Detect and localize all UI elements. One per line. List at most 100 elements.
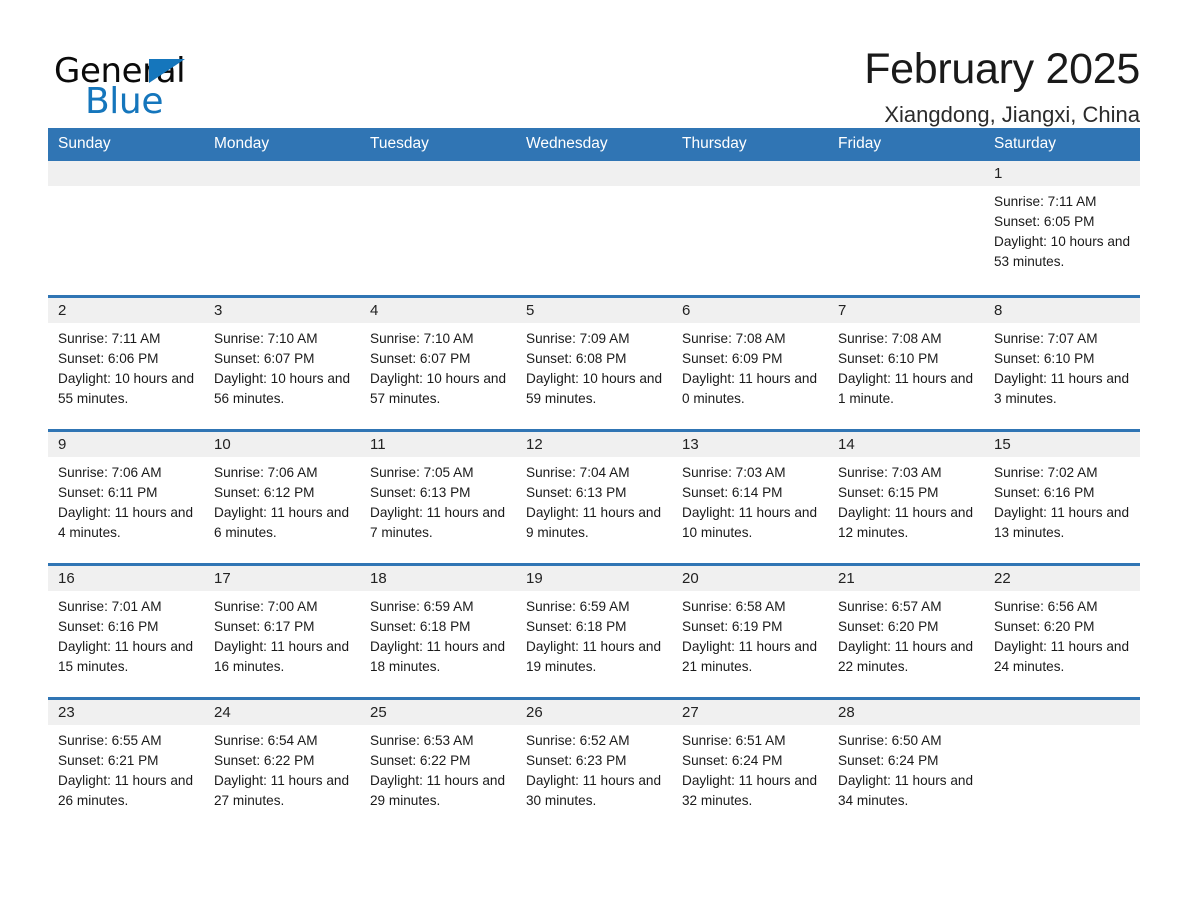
day-number: 4 xyxy=(360,298,516,324)
weekday-header-monday: Monday xyxy=(214,135,270,152)
sunset-text: Sunset: 6:15 PM xyxy=(838,484,939,500)
sunset-text: Sunset: 6:24 PM xyxy=(682,752,783,768)
day-details: Sunrise: 7:00 AM Sunset: 6:17 PM Daylight:… xyxy=(204,591,360,676)
daylight-text: Daylight: 11 hours and 15 minutes. xyxy=(58,638,194,674)
day-number xyxy=(516,161,672,187)
calendar-day-cell[interactable]: 9 Sunrise: 7:06 AM Sunset: 6:11 PM Daylight… xyxy=(48,432,204,564)
day-details: Sunrise: 6:53 AM Sunset: 6:22 PM Daylight:… xyxy=(360,725,516,810)
day-number: 20 xyxy=(672,566,828,592)
calendar-day-cell-empty xyxy=(672,161,828,296)
daylight-text: Daylight: 11 hours and 9 minutes. xyxy=(526,504,662,540)
day-details: Sunrise: 7:08 AM Sunset: 6:10 PM Daylight:… xyxy=(828,323,984,408)
sunset-text: Sunset: 6:23 PM xyxy=(526,752,627,768)
sunrise-text: Sunrise: 7:10 AM xyxy=(370,331,474,347)
calendar-day-cell[interactable]: 18 Sunrise: 6:59 AM Sunset: 6:18 PM Dayligh… xyxy=(360,566,516,698)
daylight-text: Daylight: 10 hours and 53 minutes. xyxy=(994,233,1131,269)
day-number xyxy=(672,161,828,187)
sunrise-text: Sunrise: 6:54 AM xyxy=(214,733,318,749)
calendar-day-cell[interactable]: 4 Sunrise: 7:10 AM Sunset: 6:07 PM Daylight… xyxy=(360,298,516,430)
sunset-text: Sunset: 6:22 PM xyxy=(214,752,315,768)
calendar-day-cell[interactable]: 24 Sunrise: 6:54 AM Sunset: 6:22 PM Dayligh… xyxy=(204,700,360,832)
calendar-day-cell[interactable]: 8 Sunrise: 7:07 AM Sunset: 6:10 PM Daylight… xyxy=(984,298,1140,430)
calendar-day-cell[interactable]: 21 Sunrise: 6:57 AM Sunset: 6:20 PM Dayligh… xyxy=(828,566,984,698)
calendar-day-cell[interactable]: 27 Sunrise: 6:51 AM Sunset: 6:24 PM Dayligh… xyxy=(672,700,828,832)
calendar-day-cell[interactable]: 19 Sunrise: 6:59 AM Sunset: 6:18 PM Dayligh… xyxy=(516,566,672,698)
calendar-day-cell[interactable]: 3 Sunrise: 7:10 AM Sunset: 6:07 PM Daylight… xyxy=(204,298,360,430)
daylight-text: Daylight: 11 hours and 18 minutes. xyxy=(370,638,506,674)
calendar-day-cell[interactable]: 2 Sunrise: 7:11 AM Sunset: 6:06 PM Daylight… xyxy=(48,298,204,430)
calendar-day-cell[interactable]: 23 Sunrise: 6:55 AM Sunset: 6:21 PM Dayligh… xyxy=(48,700,204,832)
calendar-day-cell[interactable]: 16 Sunrise: 7:01 AM Sunset: 6:16 PM Dayligh… xyxy=(48,566,204,698)
day-number xyxy=(204,161,360,187)
sunrise-text: Sunrise: 7:04 AM xyxy=(526,465,630,481)
daylight-text: Daylight: 11 hours and 34 minutes. xyxy=(838,772,974,808)
day-details: Sunrise: 6:57 AM Sunset: 6:20 PM Daylight:… xyxy=(828,591,984,676)
title-block: February 2025 Xiangdong, Jiangxi, China xyxy=(864,44,1140,128)
calendar-day-cell-empty xyxy=(48,161,204,296)
day-number: 8 xyxy=(984,298,1140,324)
daylight-text: Daylight: 11 hours and 1 minute. xyxy=(838,370,974,406)
daylight-text: Daylight: 11 hours and 13 minutes. xyxy=(994,504,1130,540)
sunset-text: Sunset: 6:10 PM xyxy=(994,350,1095,366)
day-number: 25 xyxy=(360,700,516,726)
sunrise-text: Sunrise: 6:52 AM xyxy=(526,733,630,749)
calendar-day-cell[interactable]: 25 Sunrise: 6:53 AM Sunset: 6:22 PM Dayligh… xyxy=(360,700,516,832)
sunrise-text: Sunrise: 7:03 AM xyxy=(838,465,942,481)
day-number: 3 xyxy=(204,298,360,324)
day-details: Sunrise: 7:10 AM Sunset: 6:07 PM Daylight:… xyxy=(360,323,516,408)
day-number: 16 xyxy=(48,566,204,592)
daylight-text: Daylight: 10 hours and 57 minutes. xyxy=(370,370,507,406)
sunset-text: Sunset: 6:11 PM xyxy=(58,484,158,500)
day-number: 1 xyxy=(984,161,1140,187)
day-number: 18 xyxy=(360,566,516,592)
day-details: Sunrise: 7:05 AM Sunset: 6:13 PM Daylight:… xyxy=(360,457,516,542)
calendar-day-cell[interactable]: 20 Sunrise: 6:58 AM Sunset: 6:19 PM Dayligh… xyxy=(672,566,828,698)
sunset-text: Sunset: 6:12 PM xyxy=(214,484,315,500)
daylight-text: Daylight: 11 hours and 32 minutes. xyxy=(682,772,818,808)
generalblue-logo[interactable]: General Blue xyxy=(48,44,218,120)
weekday-header-friday: Friday xyxy=(838,135,882,152)
day-number xyxy=(360,161,516,187)
calendar-grid: Sunday Monday Tuesday Wednesday Thursday… xyxy=(48,128,1140,832)
calendar-day-cell[interactable]: 22 Sunrise: 6:56 AM Sunset: 6:20 PM Dayligh… xyxy=(984,566,1140,698)
calendar-day-cell[interactable]: 26 Sunrise: 6:52 AM Sunset: 6:23 PM Dayligh… xyxy=(516,700,672,832)
sunrise-text: Sunrise: 6:50 AM xyxy=(838,733,942,749)
day-details: Sunrise: 7:08 AM Sunset: 6:09 PM Daylight:… xyxy=(672,323,828,408)
calendar-day-cell[interactable]: 12 Sunrise: 7:04 AM Sunset: 6:13 PM Dayligh… xyxy=(516,432,672,564)
calendar-week-row: 2 Sunrise: 7:11 AM Sunset: 6:06 PM Daylight… xyxy=(48,295,1140,430)
day-details: Sunrise: 7:04 AM Sunset: 6:13 PM Daylight:… xyxy=(516,457,672,542)
calendar-day-cell[interactable]: 17 Sunrise: 7:00 AM Sunset: 6:17 PM Dayligh… xyxy=(204,566,360,698)
calendar-day-cell[interactable]: 13 Sunrise: 7:03 AM Sunset: 6:14 PM Dayligh… xyxy=(672,432,828,564)
sunset-text: Sunset: 6:09 PM xyxy=(682,350,783,366)
calendar-day-cell[interactable]: 14 Sunrise: 7:03 AM Sunset: 6:15 PM Dayligh… xyxy=(828,432,984,564)
sunset-text: Sunset: 6:18 PM xyxy=(370,618,471,634)
calendar-day-cell-empty xyxy=(828,161,984,296)
day-details: Sunrise: 7:01 AM Sunset: 6:16 PM Daylight:… xyxy=(48,591,204,676)
calendar-week-row: 23 Sunrise: 6:55 AM Sunset: 6:21 PM Dayligh… xyxy=(48,697,1140,832)
daylight-text: Daylight: 11 hours and 29 minutes. xyxy=(370,772,506,808)
day-number: 13 xyxy=(672,432,828,458)
calendar-day-cell[interactable]: 6 Sunrise: 7:08 AM Sunset: 6:09 PM Daylight… xyxy=(672,298,828,430)
day-details: Sunrise: 6:59 AM Sunset: 6:18 PM Daylight:… xyxy=(516,591,672,676)
day-details: Sunrise: 6:56 AM Sunset: 6:20 PM Daylight:… xyxy=(984,591,1140,676)
sunrise-text: Sunrise: 7:03 AM xyxy=(682,465,786,481)
calendar-day-cell[interactable]: 1 Sunrise: 7:11 AM Sunset: 6:05 PM Daylight… xyxy=(984,161,1140,296)
day-details: Sunrise: 6:50 AM Sunset: 6:24 PM Daylight:… xyxy=(828,725,984,810)
day-number: 12 xyxy=(516,432,672,458)
calendar-day-cell[interactable]: 28 Sunrise: 6:50 AM Sunset: 6:24 PM Dayligh… xyxy=(828,700,984,832)
day-number: 6 xyxy=(672,298,828,324)
sunrise-text: Sunrise: 7:05 AM xyxy=(370,465,474,481)
calendar-day-cell[interactable]: 5 Sunrise: 7:09 AM Sunset: 6:08 PM Daylight… xyxy=(516,298,672,430)
calendar-day-cell[interactable]: 11 Sunrise: 7:05 AM Sunset: 6:13 PM Dayligh… xyxy=(360,432,516,564)
calendar-day-cell[interactable]: 7 Sunrise: 7:08 AM Sunset: 6:10 PM Daylight… xyxy=(828,298,984,430)
sunrise-text: Sunrise: 6:59 AM xyxy=(370,599,474,615)
day-details: Sunrise: 6:59 AM Sunset: 6:18 PM Daylight:… xyxy=(360,591,516,676)
sunrise-text: Sunrise: 7:06 AM xyxy=(214,465,318,481)
daylight-text: Daylight: 10 hours and 55 minutes. xyxy=(58,370,195,406)
day-details: Sunrise: 6:55 AM Sunset: 6:21 PM Daylight:… xyxy=(48,725,204,810)
day-details: Sunrise: 6:54 AM Sunset: 6:22 PM Daylight:… xyxy=(204,725,360,810)
calendar-day-cell[interactable]: 10 Sunrise: 7:06 AM Sunset: 6:12 PM Dayligh… xyxy=(204,432,360,564)
sunset-text: Sunset: 6:20 PM xyxy=(994,618,1095,634)
calendar-day-cell[interactable]: 15 Sunrise: 7:02 AM Sunset: 6:16 PM Dayligh… xyxy=(984,432,1140,564)
sunrise-text: Sunrise: 7:11 AM xyxy=(58,331,161,347)
